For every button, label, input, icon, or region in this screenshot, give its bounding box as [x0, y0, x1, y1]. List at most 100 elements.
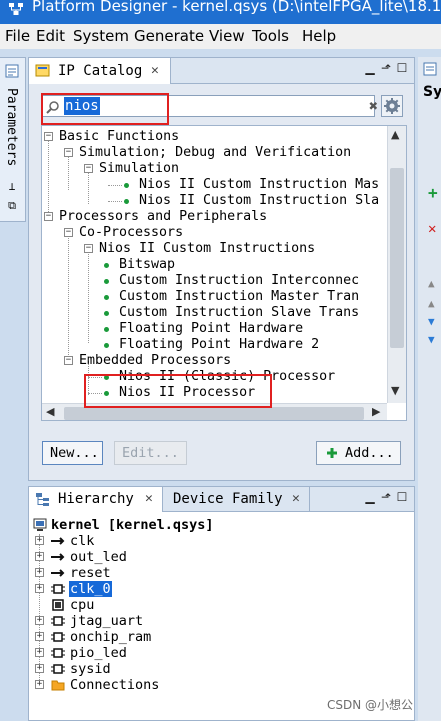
- menu-file[interactable]: File: [5, 27, 30, 45]
- wire-icon: [51, 569, 65, 577]
- scroll-left-icon[interactable]: ◀: [46, 405, 54, 418]
- search-highlight-box: [41, 93, 169, 125]
- tree-label: Custom Instruction Master Tran: [119, 289, 360, 304]
- close-icon[interactable]: ✕: [151, 59, 159, 83]
- system-icon: [33, 518, 47, 531]
- tree-label: Custom Instruction Interconnec: [119, 273, 360, 288]
- nios-ii-processor-highlight-box: [84, 374, 272, 408]
- tree-connector: [48, 138, 49, 218]
- tree-connector: [68, 153, 69, 190]
- gear-icon: [384, 98, 400, 114]
- close-icon[interactable]: ✕: [145, 487, 153, 511]
- tree-label: Co-Processors: [79, 225, 184, 240]
- menu-tools[interactable]: Tools: [252, 27, 289, 45]
- ip-catalog-tabbar: IP Catalog ✕ ▁ ⬏ ☐: [29, 58, 414, 84]
- parameters-label: Parameters: [4, 88, 19, 167]
- tree-label: Nios II Custom Instruction Mas: [139, 177, 380, 192]
- menu-system[interactable]: System: [73, 27, 129, 45]
- popout-icon[interactable]: ⬏: [379, 490, 393, 506]
- menu-edit[interactable]: Edit: [36, 27, 65, 45]
- collapse-icon[interactable]: −: [64, 148, 73, 157]
- maximize-icon[interactable]: ☐: [395, 61, 409, 77]
- tree-connector: [68, 233, 69, 359]
- tab-ip-catalog-label: IP Catalog: [58, 63, 143, 79]
- menu-generate[interactable]: Generate: [134, 27, 204, 45]
- tree-connector: [88, 169, 89, 204]
- expand-icon[interactable]: +: [35, 664, 44, 673]
- scroll-thumb[interactable]: [390, 168, 404, 348]
- expand-icon[interactable]: +: [35, 648, 44, 657]
- folder-icon: [51, 680, 65, 691]
- component-icon: [51, 632, 65, 642]
- minimize-icon[interactable]: ▁: [363, 61, 377, 77]
- add-button[interactable]: Add...: [316, 441, 401, 465]
- maximize-icon[interactable]: ☐: [395, 490, 409, 506]
- popout-icon[interactable]: ⬏: [379, 61, 393, 77]
- menu-view[interactable]: View: [209, 27, 245, 45]
- plus-icon: [327, 448, 337, 458]
- tab-device-family-label: Device Family: [173, 491, 283, 507]
- tree-label: Simulation: [99, 161, 180, 176]
- expand-icon[interactable]: +: [35, 536, 44, 545]
- scroll-right-icon[interactable]: ▶: [372, 405, 380, 418]
- hierarchy-item-label: jtag_uart: [70, 613, 144, 629]
- component-icon: [51, 664, 65, 674]
- collapse-icon[interactable]: −: [44, 212, 53, 221]
- hierarchy-root-label: kernel [kernel.qsys]: [51, 517, 214, 533]
- tree-connector: [88, 249, 89, 343]
- maximize-icon[interactable]: ⧉: [6, 200, 18, 212]
- expand-icon[interactable]: +: [35, 680, 44, 689]
- move-top-icon[interactable]: ▲: [428, 277, 435, 290]
- expand-icon[interactable]: +: [35, 632, 44, 641]
- hierarchy-item-label: Connections: [70, 677, 160, 693]
- chip-icon: [52, 599, 64, 611]
- expand-icon[interactable]: +: [35, 568, 44, 577]
- hierarchy-icon: [36, 493, 49, 506]
- minimize-icon[interactable]: ▁: [363, 490, 377, 506]
- tree-label: Custom Instruction Slave Trans: [119, 305, 360, 320]
- restore-icon[interactable]: ⊥: [6, 181, 18, 193]
- new-button[interactable]: New...: [42, 441, 103, 465]
- move-bottom-icon[interactable]: ▼: [428, 333, 435, 346]
- tab-ip-catalog[interactable]: IP Catalog ✕: [29, 58, 171, 84]
- search-settings-button[interactable]: [381, 95, 403, 117]
- tab-device-family[interactable]: Device Family ✕: [165, 487, 310, 512]
- collapse-icon[interactable]: −: [64, 228, 73, 237]
- tree-connector: [108, 185, 122, 186]
- tree-label: Bitswap: [119, 257, 176, 272]
- title-bar: Platform Designer - kernel.qsys (D:\inte…: [0, 0, 441, 24]
- ip-bullet-icon: [104, 311, 109, 316]
- right-toolbar-strip: Sy + ✕ ▲ ▲ ▼ ▼: [418, 57, 441, 721]
- remove-icon[interactable]: ✕: [428, 221, 436, 237]
- add-button-label: Add...: [345, 445, 394, 461]
- scroll-up-icon[interactable]: ▲: [391, 128, 399, 141]
- tree-label: Basic Functions: [59, 129, 180, 144]
- hierarchy-item-label: cpu: [70, 597, 95, 613]
- expand-icon[interactable]: +: [35, 584, 44, 593]
- tab-hierarchy[interactable]: Hierarchy ✕: [29, 487, 163, 512]
- hierarchy-item-label: reset: [70, 565, 111, 581]
- parameters-strip[interactable]: Parameters ⊥ ⧉: [0, 57, 26, 222]
- panel-icon: [423, 62, 437, 76]
- move-up-icon[interactable]: ▲: [428, 297, 435, 310]
- ip-bullet-icon: [104, 295, 109, 300]
- close-icon[interactable]: ✕: [292, 487, 300, 511]
- add-icon[interactable]: +: [428, 183, 438, 202]
- hierarchy-item-label: sysid: [70, 661, 111, 677]
- collapse-icon[interactable]: −: [84, 164, 93, 173]
- collapse-icon[interactable]: −: [84, 244, 93, 253]
- catalog-icon: [35, 64, 50, 77]
- hierarchy-item-label: onchip_ram: [70, 629, 152, 645]
- expand-icon[interactable]: +: [35, 616, 44, 625]
- expand-icon[interactable]: +: [35, 552, 44, 561]
- scroll-thumb[interactable]: [64, 407, 364, 420]
- component-icon: [51, 584, 65, 594]
- collapse-icon[interactable]: −: [44, 132, 53, 141]
- vertical-scrollbar[interactable]: ▲ ▼: [387, 126, 406, 403]
- scroll-down-icon[interactable]: ▼: [391, 384, 399, 397]
- collapse-icon[interactable]: −: [64, 356, 73, 365]
- ip-bullet-icon: [104, 327, 109, 332]
- menu-help[interactable]: Help: [302, 27, 336, 45]
- tree-label: Nios II Custom Instructions: [99, 241, 316, 256]
- move-down-icon[interactable]: ▼: [428, 315, 435, 328]
